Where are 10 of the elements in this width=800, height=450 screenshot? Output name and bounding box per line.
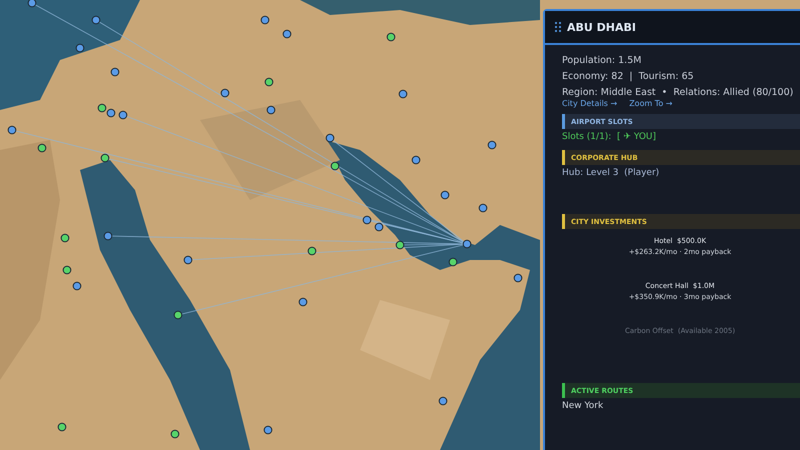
city-title: ABU DHABI (567, 20, 636, 34)
drag-handle-icon[interactable] (555, 22, 561, 32)
panel-link[interactable]: City Details → (562, 99, 618, 108)
city-stat: Economy: 82 | Tourism: 65 (562, 70, 695, 84)
panel-link[interactable]: Zoom To → (629, 99, 672, 108)
city-stat: Population: 1.5M (562, 54, 642, 68)
section-line: Hub: Level 3 (Player) (562, 168, 660, 178)
city-stat: Region: Middle East • Relations: Allied (80/100) (562, 86, 794, 100)
section-line: Slots (1/1): [ ✈ YOU] (562, 132, 658, 142)
route-name: New York (562, 401, 604, 411)
